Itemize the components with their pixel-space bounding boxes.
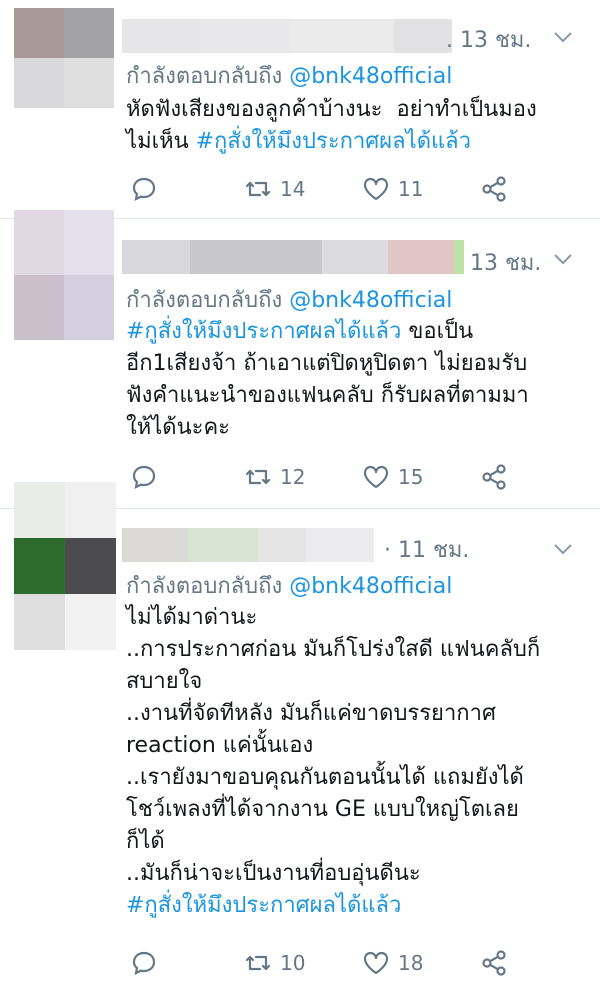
share-button[interactable] [480, 460, 508, 494]
tweet-text-line: ขอเป็น [401, 319, 474, 344]
share-button[interactable] [480, 946, 508, 980]
display-name-blurred[interactable] [122, 528, 374, 562]
retweet-icon [244, 949, 272, 977]
avatar[interactable] [14, 210, 114, 340]
like-button[interactable]: 11 [362, 172, 423, 206]
like-icon [362, 463, 390, 491]
hashtag-link[interactable]: #กูสั่งให้มึงประกาศผลได้แล้ว [126, 893, 401, 918]
tweet-actions: 14 11 [126, 172, 526, 206]
tweet-card[interactable]: · 11 ชม. กำลังตอบกลับถึง @bnk48official … [0, 482, 600, 986]
replying-prefix: กำลังตอบกลับถึง [126, 64, 283, 89]
retweet-count: 12 [280, 465, 306, 489]
timestamp[interactable]: 13 ชม. [470, 245, 541, 280]
tweet-text: #กูสั่งให้มึงประกาศผลได้แล้ว ขอเป็น อีก1… [126, 316, 586, 444]
tweet-text: หัดฟังเสียงของลูกค้าบ้างนะ อย่าทำเป็นมอง… [126, 94, 586, 158]
mention-link[interactable]: @bnk48official [289, 288, 452, 313]
replying-to: กำลังตอบกลับถึง @bnk48official [126, 58, 452, 93]
display-name-blurred[interactable] [122, 19, 452, 53]
avatar[interactable] [14, 482, 116, 650]
like-count: 15 [398, 465, 424, 489]
tweet-text-line: หัดฟังเสียงของลูกค้าบ้างนะ อย่าทำเป็นมอง [126, 97, 537, 122]
like-icon [362, 949, 390, 977]
tweet-actions: 10 18 [126, 946, 526, 980]
tweet-actions: 12 15 [126, 460, 526, 494]
hashtag-link[interactable]: #กูสั่งให้มึงประกาศผลได้แล้ว [196, 129, 471, 154]
chevron-down-icon[interactable] [552, 26, 574, 48]
hashtag-link[interactable]: #กูสั่งให้มึงประกาศผลได้แล้ว [126, 319, 401, 344]
tweet-text-lines: ไม่ได้มาด่านะ ..การประกาศก่อน มันก็โปร่ง… [126, 605, 541, 886]
retweet-icon [244, 175, 272, 203]
reply-icon [130, 175, 158, 203]
chevron-down-icon[interactable] [552, 248, 574, 270]
like-button[interactable]: 15 [362, 460, 423, 494]
share-icon [480, 949, 508, 977]
replying-to: กำลังตอบกลับถึง @bnk48official [126, 568, 452, 603]
like-button[interactable]: 18 [362, 946, 423, 980]
timestamp[interactable]: . 13 ชม. [446, 22, 531, 57]
retweet-count: 10 [280, 951, 306, 975]
retweet-button[interactable]: 10 [244, 946, 305, 980]
replying-prefix: กำลังตอบกลับถึง [126, 574, 283, 599]
display-name-blurred[interactable] [122, 240, 472, 274]
like-icon [362, 175, 390, 203]
tweet-text-line: ไม่เห็น [126, 129, 196, 154]
retweet-count: 14 [280, 177, 306, 201]
share-icon [480, 175, 508, 203]
reply-button[interactable] [130, 946, 158, 980]
reply-button[interactable] [130, 460, 158, 494]
share-button[interactable] [480, 172, 508, 206]
like-count: 11 [398, 177, 424, 201]
replying-to: กำลังตอบกลับถึง @bnk48official [126, 282, 452, 317]
tweet-text: ไม่ได้มาด่านะ ..การประกาศก่อน มันก็โปร่ง… [126, 602, 586, 922]
mention-link[interactable]: @bnk48official [289, 574, 452, 599]
tweet-card[interactable]: . 13 ชม. กำลังตอบกลับถึง @bnk48official … [0, 0, 600, 219]
retweet-button[interactable]: 12 [244, 460, 305, 494]
retweet-icon [244, 463, 272, 491]
timestamp[interactable]: · 11 ชม. [384, 532, 469, 567]
avatar[interactable] [14, 8, 114, 108]
retweet-button[interactable]: 14 [244, 172, 305, 206]
tweet-text-lines: อีก1เสียงจ้า ถ้าเอาแต่ปิดหูปิดตา ไม่ยอมร… [126, 351, 529, 440]
like-count: 18 [398, 951, 424, 975]
tweet-card[interactable]: 13 ชม. กำลังตอบกลับถึง @bnk48official #ก… [0, 210, 600, 509]
chevron-down-icon[interactable] [552, 538, 574, 560]
mention-link[interactable]: @bnk48official [289, 64, 452, 89]
replying-prefix: กำลังตอบกลับถึง [126, 288, 283, 313]
reply-button[interactable] [130, 172, 158, 206]
reply-icon [130, 949, 158, 977]
share-icon [480, 463, 508, 491]
reply-icon [130, 463, 158, 491]
